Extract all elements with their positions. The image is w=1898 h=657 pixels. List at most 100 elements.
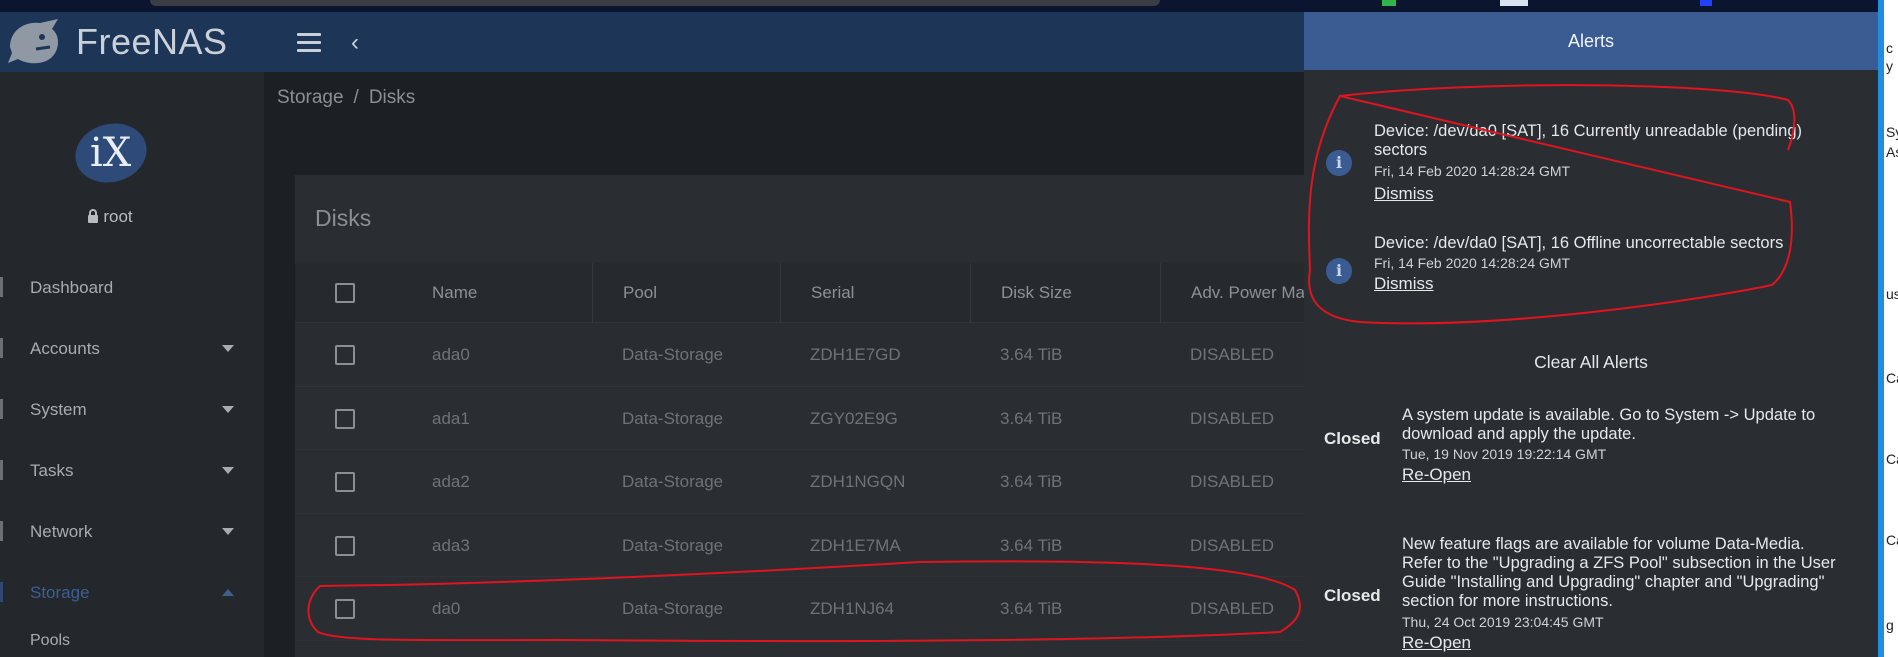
cell-size: 3.64 TiB xyxy=(1000,535,1063,555)
nav-icon xyxy=(0,521,3,541)
table-row[interactable]: ada3 Data-Storage ZDH1E7MA 3.64 TiB DISA… xyxy=(295,514,1305,577)
breadcrumb-disks: Disks xyxy=(368,87,416,108)
info-icon: i xyxy=(1326,258,1352,284)
dismiss-link[interactable]: Dismiss xyxy=(1374,184,1434,204)
sidebar-subitem-pools[interactable]: Pools xyxy=(30,632,70,650)
freenas-logo-icon xyxy=(6,17,64,67)
alert-date: Thu, 24 Oct 2019 23:04:45 GMT xyxy=(1402,614,1604,630)
sidebar-item-storage[interactable]: Storage xyxy=(0,562,264,623)
alert-message: New feature flags are available for volu… xyxy=(1402,535,1836,610)
nav-icon xyxy=(0,399,3,419)
reopen-link[interactable]: Re-Open xyxy=(1402,633,1471,653)
table-row[interactable]: ada1 Data-Storage ZGY02E9G 3.64 TiB DISA… xyxy=(295,387,1305,450)
select-all-checkbox[interactable] xyxy=(335,283,355,303)
row-checkbox[interactable] xyxy=(335,472,355,492)
row-checkbox[interactable] xyxy=(335,345,355,365)
table-row[interactable]: ada2 Data-Storage ZDH1NGQN 3.64 TiB DISA… xyxy=(295,450,1305,514)
alert-message: Device: /dev/da0 [SAT], 16 Offline uncor… xyxy=(1374,234,1784,252)
taskbar-indicator xyxy=(1500,0,1528,6)
sidebar-item-label: System xyxy=(30,399,87,419)
top-bar: ‹ xyxy=(264,12,1304,72)
brand-name: FreeNAS xyxy=(76,21,228,62)
cell-power: DISABLED xyxy=(1190,535,1275,555)
row-checkbox[interactable] xyxy=(335,408,355,429)
hamburger-icon[interactable] xyxy=(297,33,321,52)
cell-name: ada3 xyxy=(432,535,470,555)
window-edge-bar xyxy=(1878,0,1884,657)
sidebar-nav: Dashboard Accounts System Tasks Network xyxy=(0,257,264,623)
column-header-name[interactable]: Name xyxy=(432,263,477,323)
cell-serial: ZGY02E9G xyxy=(810,408,898,428)
cell-serial: ZDH1NGQN xyxy=(810,472,906,491)
column-header-power[interactable]: Adv. Power Ma xyxy=(1160,263,1305,323)
caret-down-icon xyxy=(222,467,234,474)
reopen-link[interactable]: Re-Open xyxy=(1402,465,1471,485)
cell-name: ada2 xyxy=(432,472,470,491)
nav-icon xyxy=(0,582,3,602)
cell-serial: ZDH1E7GD xyxy=(810,345,901,364)
cell-name: da0 xyxy=(432,599,461,618)
cell-power: DISABLED xyxy=(1190,345,1275,364)
alerts-panel: Alerts i Device: /dev/da0 [SAT], 16 Curr… xyxy=(1304,12,1878,657)
nav-icon xyxy=(0,277,3,297)
avatar-text: iX xyxy=(90,130,132,176)
edge-text: c xyxy=(1886,40,1893,56)
breadcrumb-separator: / xyxy=(353,87,359,108)
closed-label: Closed xyxy=(1324,429,1381,448)
breadcrumb: Storage / Disks xyxy=(277,87,415,109)
cell-size: 3.64 TiB xyxy=(1000,472,1063,491)
nav-icon xyxy=(0,338,3,358)
breadcrumb-storage[interactable]: Storage xyxy=(277,87,344,108)
cell-pool: Data-Storage xyxy=(622,345,724,364)
caret-down-icon xyxy=(222,406,234,413)
alert-message: Device: /dev/da0 [SAT], 16 Currently unr… xyxy=(1374,122,1803,159)
taskbar-indicator xyxy=(1700,0,1712,6)
nav-icon xyxy=(0,460,3,480)
dismiss-link[interactable]: Dismiss xyxy=(1374,274,1434,294)
chevron-left-icon[interactable]: ‹ xyxy=(351,29,359,57)
cell-name: ada1 xyxy=(432,408,470,428)
sidebar-item-label: Accounts xyxy=(30,338,100,358)
sidebar-item-label: Tasks xyxy=(30,460,74,480)
table-row[interactable]: da0 Data-Storage ZDH1NJ64 3.64 TiB DISAB… xyxy=(295,577,1305,641)
edge-text: Ca xyxy=(1886,451,1898,467)
table-row[interactable]: ada0 Data-Storage ZDH1E7GD 3.64 TiB DISA… xyxy=(295,323,1305,387)
clear-all-alerts-button[interactable]: Clear All Alerts xyxy=(1304,352,1878,373)
caret-up-icon xyxy=(222,589,234,596)
disks-table: Name Pool Serial Disk Size Adv. Power Ma… xyxy=(295,263,1305,641)
screen: FreeNAS iX root Dashboard Accounts Syste… xyxy=(0,0,1898,657)
column-header-disk-size[interactable]: Disk Size xyxy=(970,263,1072,323)
alerts-title: Alerts xyxy=(1304,12,1878,70)
info-icon: i xyxy=(1326,150,1352,176)
browser-tab[interactable] xyxy=(150,0,1160,6)
disks-card: Disks Name Pool Serial Disk Size Adv. Po… xyxy=(295,175,1305,657)
page-title: Disks xyxy=(315,205,372,231)
edge-text: Ca xyxy=(1886,370,1898,386)
sidebar-item-system[interactable]: System xyxy=(0,379,264,440)
cell-pool: Data-Storage xyxy=(622,408,724,428)
cell-size: 3.64 TiB xyxy=(1000,345,1063,364)
avatar[interactable]: iX xyxy=(68,115,154,191)
brand-bar: FreeNAS xyxy=(0,12,264,72)
lock-icon xyxy=(88,209,99,223)
cell-serial: ZDH1NJ64 xyxy=(810,599,895,618)
sidebar-item-network[interactable]: Network xyxy=(0,501,264,562)
cell-power: DISABLED xyxy=(1190,408,1275,428)
table-header: Name Pool Serial Disk Size Adv. Power Ma xyxy=(295,263,1305,323)
row-checkbox[interactable] xyxy=(335,599,355,619)
alert-date: Tue, 19 Nov 2019 19:22:14 GMT xyxy=(1402,446,1607,462)
sidebar-item-dashboard[interactable]: Dashboard xyxy=(0,257,264,318)
row-checkbox[interactable] xyxy=(335,535,355,556)
edge-text: y xyxy=(1886,58,1893,74)
sidebar-item-label: Dashboard xyxy=(30,277,114,297)
column-header-pool[interactable]: Pool xyxy=(592,263,657,323)
edge-text: Ca xyxy=(1886,532,1898,548)
edge-text: g xyxy=(1886,617,1894,633)
sidebar-item-tasks[interactable]: Tasks xyxy=(0,440,264,501)
cell-pool: Data-Storage xyxy=(622,599,724,618)
cell-pool: Data-Storage xyxy=(622,472,724,491)
sidebar-item-accounts[interactable]: Accounts xyxy=(0,318,264,379)
user-label: root xyxy=(0,207,220,227)
column-header-serial[interactable]: Serial xyxy=(780,263,854,323)
browser-top-strip xyxy=(0,0,1898,12)
